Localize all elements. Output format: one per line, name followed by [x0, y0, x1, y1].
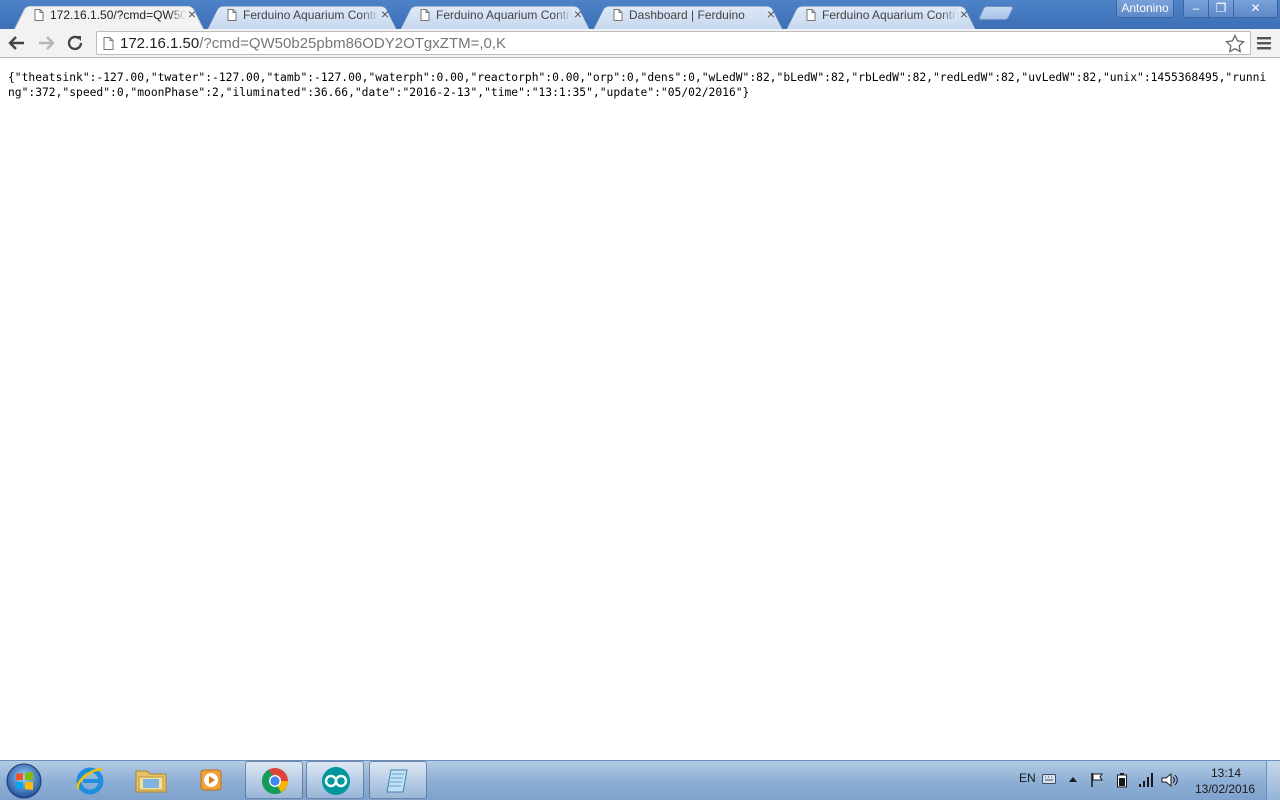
url-host: 172.16.1.50 — [120, 35, 200, 52]
volume-icon[interactable] — [1161, 772, 1179, 788]
json-response-text: {"theatsink":-127.00,"twater":-127.00,"t… — [8, 71, 1267, 99]
tab-title: Ferduino Aquarium Controller — [243, 8, 379, 22]
forward-button[interactable] — [34, 32, 58, 54]
profile-button[interactable]: Antonino — [1116, 0, 1174, 18]
tab-close-icon[interactable]: × — [572, 7, 584, 21]
show-desktop-button[interactable] — [1266, 761, 1280, 800]
media-player-icon — [200, 769, 222, 791]
page-icon — [613, 9, 623, 21]
taskbar-internet-explorer[interactable] — [61, 761, 119, 799]
language-indicator[interactable]: EN — [1019, 771, 1036, 785]
close-icon: ✕ — [1250, 1, 1261, 15]
maximize-button[interactable]: ❐ — [1208, 0, 1234, 18]
tab-close-icon[interactable]: × — [379, 7, 391, 21]
tab-active[interactable]: 172.16.1.50/?cmd=QW50b25pbm86ODY2OTgxZTM… — [14, 2, 204, 29]
tab-title: Ferduino Aquarium Controller — [822, 8, 958, 22]
minimize-button[interactable]: – — [1183, 0, 1209, 18]
tab-title: 172.16.1.50/?cmd=QW50b25pbm86ODY2OTgxZTM… — [50, 8, 186, 22]
page-info-icon[interactable] — [103, 37, 114, 50]
taskbar-file-explorer[interactable] — [121, 761, 179, 799]
internet-explorer-icon — [76, 767, 104, 795]
page-icon — [227, 9, 237, 21]
arduino-icon — [322, 767, 350, 795]
page-icon — [420, 9, 430, 21]
keyboard-icon[interactable] — [1042, 774, 1056, 784]
tab[interactable]: Ferduino Aquarium Controller × — [207, 2, 397, 29]
notepad-icon — [386, 769, 408, 793]
page-icon — [34, 9, 44, 21]
tab-close-icon[interactable]: × — [958, 7, 970, 21]
minimize-icon: – — [1192, 1, 1200, 15]
battery-icon[interactable] — [1116, 772, 1128, 788]
restore-icon: ❐ — [1215, 1, 1227, 15]
taskbar-notepad[interactable] — [369, 761, 427, 799]
page-icon — [806, 9, 816, 21]
tab-close-icon[interactable]: × — [765, 7, 777, 21]
action-center-flag-icon[interactable] — [1089, 772, 1105, 788]
tab[interactable]: Ferduino Aquarium Controller × — [786, 2, 976, 29]
page-content: {"theatsink":-127.00,"twater":-127.00,"t… — [0, 58, 1280, 760]
address-bar[interactable]: 172.16.1.50/?cmd=QW50b25pbm86ODY2OTgxZTM… — [96, 31, 1251, 55]
clock-time[interactable]: 13:14 — [1211, 766, 1241, 780]
chrome-icon — [261, 768, 288, 795]
tab[interactable]: Ferduino Aquarium Controller × — [400, 2, 590, 29]
taskbar-media-player[interactable] — [183, 761, 241, 799]
start-button[interactable] — [4, 762, 44, 800]
window-close-button[interactable]: ✕ — [1233, 0, 1278, 18]
tab-title: Dashboard | Ferduino — [629, 8, 765, 22]
chrome-menu-icon[interactable] — [1256, 35, 1272, 51]
bookmark-star-icon[interactable] — [1225, 34, 1245, 53]
url-path: /?cmd=QW50b25pbm86ODY2OTgxZTM=,0,K — [199, 35, 507, 52]
tab-close-icon[interactable]: × — [186, 7, 198, 21]
folder-icon — [135, 770, 167, 793]
taskbar-arduino[interactable] — [306, 761, 364, 799]
show-hidden-icons-icon[interactable] — [1068, 775, 1078, 783]
back-button[interactable] — [5, 32, 29, 54]
url-text: 172.16.1.50/?cmd=QW50b25pbm86ODY2OTgxZTM… — [120, 35, 506, 52]
tab[interactable]: Dashboard | Ferduino × — [593, 2, 783, 29]
taskbar-chrome[interactable] — [245, 761, 303, 799]
reload-button[interactable] — [63, 32, 87, 54]
tab-title: Ferduino Aquarium Controller — [436, 8, 572, 22]
network-signal-icon[interactable] — [1138, 772, 1154, 788]
clock-date[interactable]: 13/02/2016 — [1195, 782, 1255, 796]
